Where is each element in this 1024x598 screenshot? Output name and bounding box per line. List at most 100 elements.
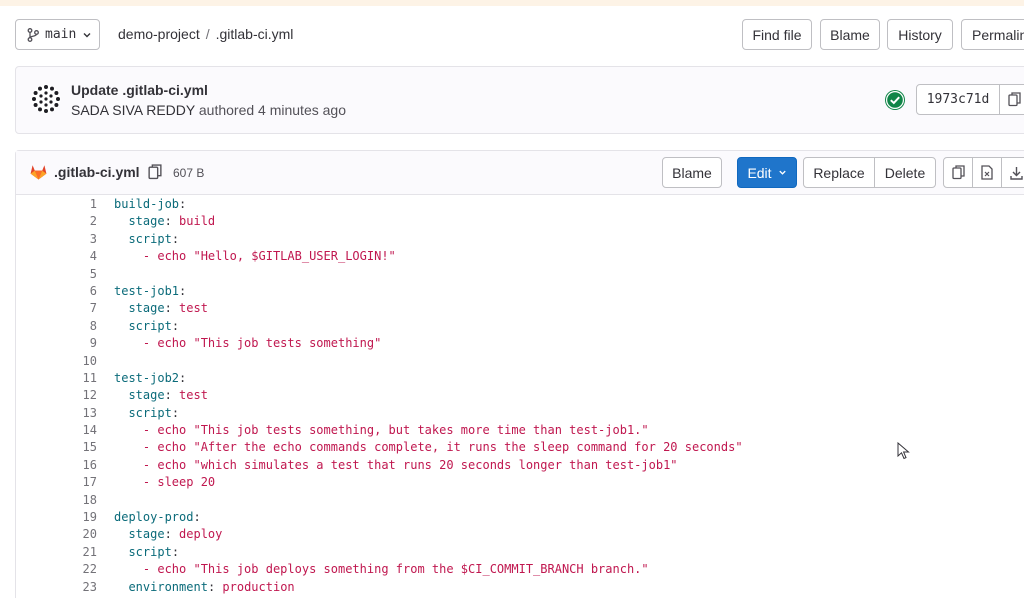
- line-number[interactable]: 2: [16, 213, 97, 230]
- yaml-punctuation: :: [164, 388, 180, 403]
- line-number[interactable]: 3: [16, 231, 97, 248]
- line-number[interactable]: 8: [16, 318, 97, 335]
- yaml-punctuation: :: [179, 370, 187, 385]
- file-raw-icon: [981, 165, 993, 180]
- code-line: 9 - echo "This job tests something": [16, 335, 1024, 352]
- yaml-punctuation: :: [179, 197, 187, 211]
- breadcrumb: demo-project / .gitlab-ci.yml: [118, 26, 293, 42]
- line-number[interactable]: 16: [16, 457, 97, 474]
- commit-title[interactable]: Update .gitlab-ci.yml: [71, 82, 208, 98]
- chevron-down-icon: [83, 32, 91, 37]
- line-number[interactable]: 22: [16, 561, 97, 578]
- code-line: 22 - echo "This job deploys something fr…: [16, 561, 1024, 578]
- line-number[interactable]: 4: [16, 248, 97, 265]
- yaml-key: build-job: [114, 197, 180, 211]
- edit-dropdown-button[interactable]: Edit: [737, 157, 797, 188]
- commit-sha-group: 1973c71d: [916, 84, 1024, 115]
- yaml-value: echo "This job tests something": [157, 336, 382, 351]
- line-number[interactable]: 15: [16, 439, 97, 456]
- line-number[interactable]: 18: [16, 492, 97, 509]
- yaml-value: echo "This job tests something, but take…: [157, 423, 649, 438]
- code-line: 17 - sleep 20: [16, 474, 1024, 491]
- file-size: 607 B: [173, 166, 205, 180]
- code-line: 13 script:: [16, 405, 1024, 422]
- line-number[interactable]: 21: [16, 544, 97, 561]
- delete-button[interactable]: Delete: [874, 157, 936, 188]
- line-number[interactable]: 6: [16, 283, 97, 300]
- line-content: stage: test: [114, 300, 207, 317]
- yaml-value: deploy: [179, 527, 223, 542]
- line-number[interactable]: 17: [16, 474, 97, 491]
- line-number[interactable]: 23: [16, 579, 97, 596]
- breadcrumb-file[interactable]: .gitlab-ci.yml: [216, 26, 294, 42]
- code-line: 6 test-job1:: [16, 283, 1024, 300]
- line-number[interactable]: 11: [16, 370, 97, 387]
- yaml-value: echo "Hello, $GITLAB_USER_LOGIN!": [157, 249, 396, 264]
- yaml-key: script: [128, 544, 172, 559]
- download-button[interactable]: [1001, 157, 1024, 188]
- line-content: script:: [114, 231, 179, 248]
- yaml-key: script: [128, 405, 172, 420]
- yaml-punctuation: :: [207, 579, 223, 594]
- commit-author[interactable]: SADA SIVA REDDY: [71, 102, 195, 118]
- copy-icon: [1008, 92, 1021, 107]
- line-number[interactable]: 7: [16, 300, 97, 317]
- line-number[interactable]: 13: [16, 405, 97, 422]
- copy-contents-button[interactable]: [943, 157, 973, 188]
- code-line: 11 test-job2:: [16, 370, 1024, 387]
- line-number[interactable]: 10: [16, 353, 97, 370]
- code-line: 4 - echo "Hello, $GITLAB_USER_LOGIN!": [16, 248, 1024, 265]
- line-number[interactable]: 9: [16, 335, 97, 352]
- line-number[interactable]: 20: [16, 526, 97, 543]
- avatar[interactable]: [31, 84, 61, 114]
- blame-button[interactable]: Blame: [820, 19, 880, 50]
- file-blame-button[interactable]: Blame: [662, 157, 722, 188]
- line-number[interactable]: 14: [16, 422, 97, 439]
- branch-selector[interactable]: main: [15, 19, 100, 50]
- code-line: 18: [16, 492, 1024, 509]
- open-raw-button[interactable]: [972, 157, 1002, 188]
- chevron-down-icon: [778, 170, 786, 175]
- code-line: 16 - echo "which simulates a test that r…: [16, 457, 1024, 474]
- yaml-punctuation: :: [171, 544, 180, 559]
- commit-sha[interactable]: 1973c71d: [916, 84, 1000, 115]
- line-content: environment: production: [114, 579, 295, 596]
- file-header: .gitlab-ci.yml 607 B Blame Edit Replace …: [16, 151, 1024, 195]
- code-line: 19 deploy-prod:: [16, 509, 1024, 526]
- copy-sha-button[interactable]: [1000, 84, 1024, 115]
- yaml-key: test-job1: [114, 283, 180, 298]
- pipeline-status-passed-icon[interactable]: [884, 89, 906, 111]
- copy-file-path-icon[interactable]: [148, 164, 162, 180]
- yaml-value: echo "This job deploys something from th…: [157, 562, 649, 577]
- yaml-punctuation: :: [164, 214, 180, 229]
- yaml-value: echo "After the echo commands complete, …: [157, 440, 743, 455]
- code-line: 10: [16, 353, 1024, 370]
- breadcrumb-project[interactable]: demo-project: [118, 26, 200, 42]
- find-file-button[interactable]: Find file: [742, 19, 812, 50]
- line-number[interactable]: 19: [16, 509, 97, 526]
- line-number[interactable]: 5: [16, 266, 97, 283]
- yaml-punctuation: -: [142, 562, 158, 577]
- edit-button-label: Edit: [747, 164, 772, 181]
- line-number[interactable]: 1: [16, 196, 97, 213]
- line-content: test-job1:: [114, 283, 186, 300]
- yaml-value: production: [222, 579, 295, 594]
- line-content: - sleep 20: [114, 474, 215, 491]
- yaml-punctuation: -: [142, 423, 158, 438]
- history-button[interactable]: History: [887, 19, 953, 50]
- code-line: 15 - echo "After the echo commands compl…: [16, 439, 1024, 456]
- line-content: script:: [114, 405, 179, 422]
- line-number[interactable]: 12: [16, 387, 97, 404]
- code-line: 1 build-job:: [16, 196, 1024, 213]
- permalink-button[interactable]: Permalink: [961, 19, 1024, 50]
- replace-button[interactable]: Replace: [803, 157, 875, 188]
- mouse-pointer-icon: [897, 442, 910, 460]
